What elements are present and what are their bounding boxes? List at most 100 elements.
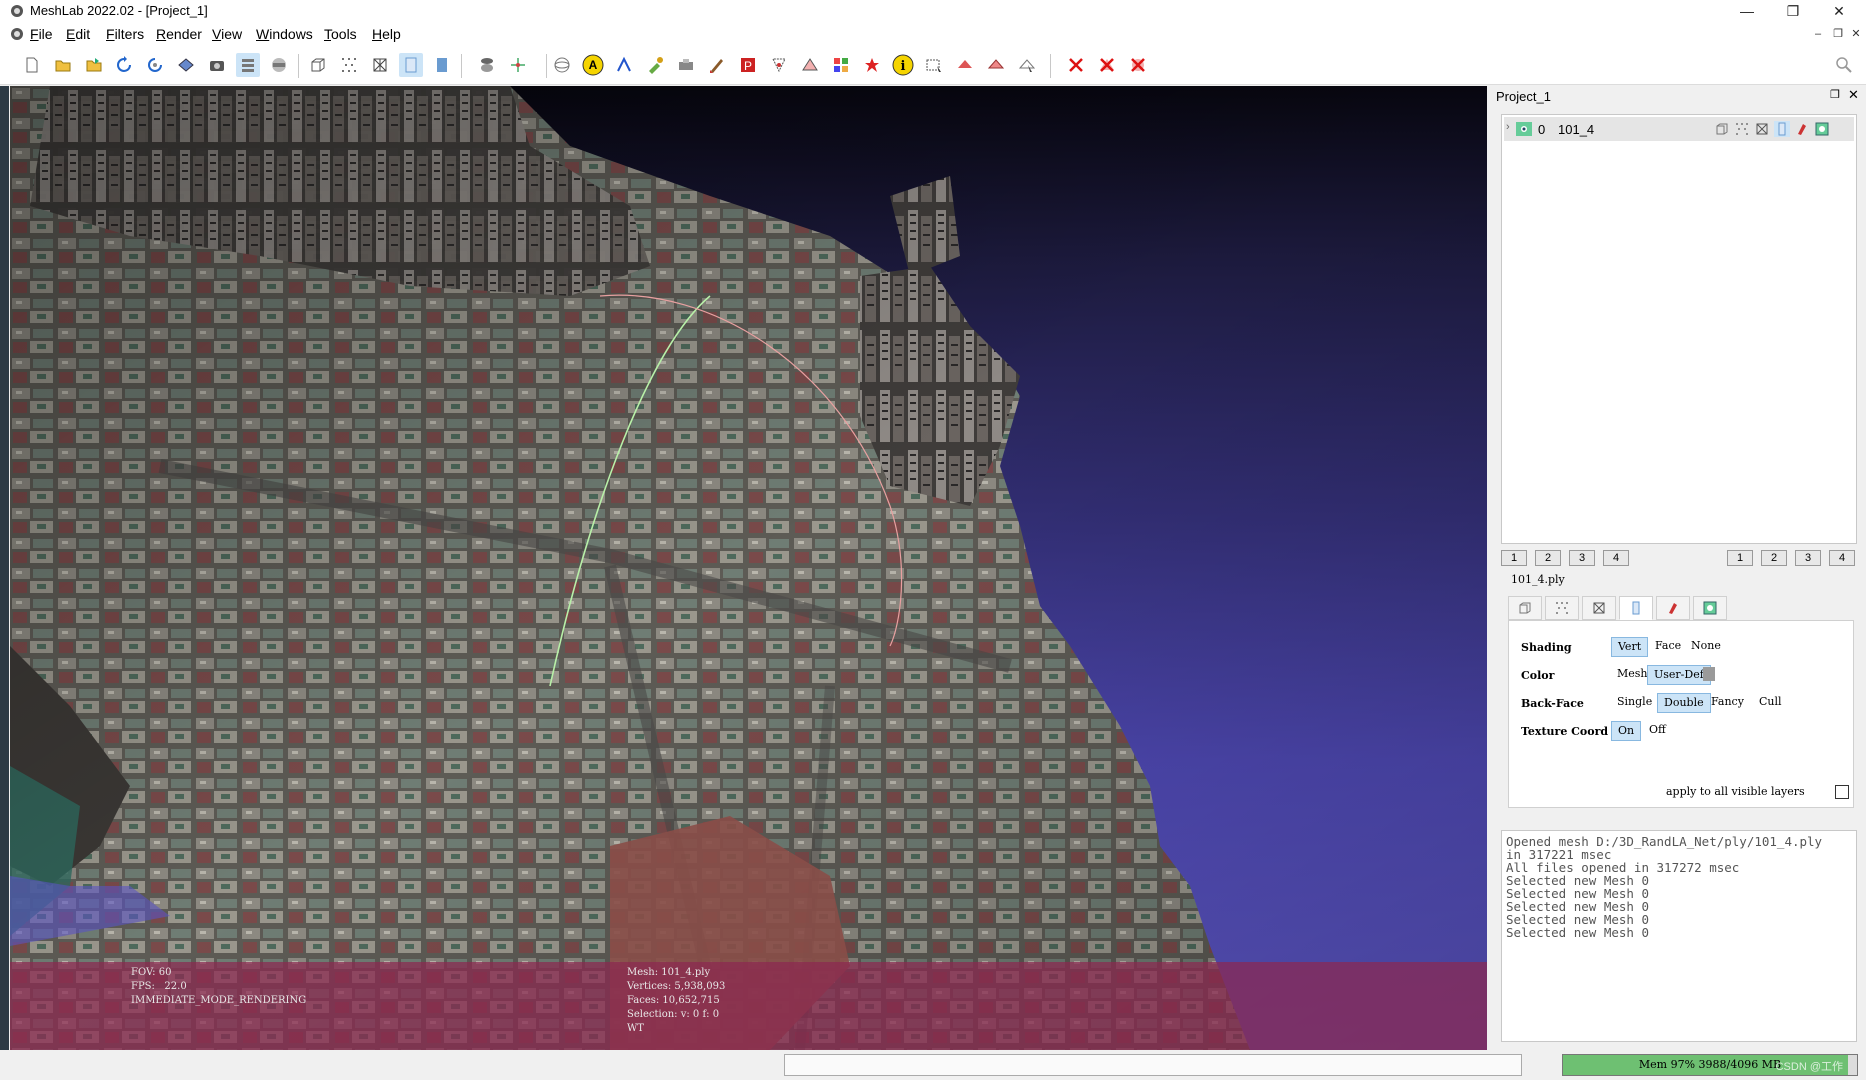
mdi-close-button[interactable]: ✕	[1848, 26, 1864, 42]
color-swatch[interactable]	[1703, 667, 1715, 681]
restore-button[interactable]: ❐	[1770, 0, 1816, 22]
select-region-icon[interactable]	[922, 53, 946, 77]
backface-single-option[interactable]: Single	[1611, 693, 1658, 711]
menu-file[interactable]: File	[30, 26, 53, 42]
layer-slot-button-1[interactable]: 1	[1501, 550, 1527, 566]
layer-slot-button-4[interactable]: 4	[1603, 550, 1629, 566]
toolbar-separator	[546, 54, 547, 78]
menu-tools[interactable]: Tools	[324, 26, 357, 42]
select-vertices-icon[interactable]	[767, 53, 791, 77]
svg-text:A: A	[589, 58, 598, 72]
menu-windows[interactable]: Windows	[256, 26, 313, 42]
3d-viewport[interactable]: FOV: 60 FPS: 22.0 IMMEDIATE_MODE_RENDERI…	[10, 86, 1487, 1050]
info-icon[interactable]: i	[891, 53, 915, 77]
smooth-shading-icon[interactable]	[430, 53, 454, 77]
shading-face-option[interactable]: Face	[1649, 637, 1687, 655]
measure-icon[interactable]	[612, 53, 636, 77]
menu-help[interactable]: Help	[372, 26, 401, 42]
export-mesh-icon[interactable]	[174, 53, 198, 77]
wireframe-toggle-icon[interactable]	[1754, 121, 1770, 137]
tab-decorator-icon[interactable]	[1693, 596, 1727, 620]
trackball-icon[interactable]	[550, 53, 574, 77]
log-window[interactable]: Opened mesh D:/3D_RandLA_Net/ply/101_4.p…	[1501, 830, 1857, 1042]
backface-double-option[interactable]: Double	[1657, 693, 1711, 713]
tab-points-icon[interactable]	[1545, 596, 1579, 620]
reload-all-icon[interactable]	[143, 53, 167, 77]
raster-align-icon[interactable]	[674, 53, 698, 77]
snapshot-icon[interactable]	[205, 53, 229, 77]
close-button[interactable]: ✕	[1816, 0, 1862, 22]
texcoord-on-option[interactable]: On	[1611, 721, 1642, 741]
render-mode-tabs	[1508, 596, 1848, 620]
tab-bbox-icon[interactable]	[1508, 596, 1542, 620]
menu-filters[interactable]: Filters	[106, 26, 144, 42]
points-icon[interactable]	[337, 53, 361, 77]
mdi-restore-button[interactable]: ❐	[1830, 26, 1846, 42]
wireframe-icon[interactable]	[368, 53, 392, 77]
annotation-icon[interactable]: A	[581, 53, 605, 77]
backface-fancy-option[interactable]: Fancy	[1705, 693, 1750, 711]
bbox-toggle-icon[interactable]	[1714, 121, 1730, 137]
new-project-icon[interactable]	[20, 53, 44, 77]
chevron-right-icon[interactable]: ›	[1506, 121, 1510, 133]
color-userdef-option[interactable]: User-Def	[1647, 665, 1711, 685]
layer-index: 0	[1538, 122, 1546, 137]
view-slot-button-1[interactable]: 1	[1727, 550, 1753, 566]
layer-slot-button-3[interactable]: 3	[1569, 550, 1595, 566]
paint-icon[interactable]	[705, 53, 729, 77]
tab-solid-icon[interactable]	[1619, 596, 1653, 620]
texture-toggle-icon[interactable]	[1794, 121, 1810, 137]
float-panel-button[interactable]: ❐	[1830, 88, 1840, 101]
menu-render[interactable]: Render	[156, 26, 202, 42]
close-panel-button[interactable]: ✕	[1848, 87, 1859, 103]
raster-layers-icon[interactable]	[267, 53, 291, 77]
select-connected-icon[interactable]	[829, 53, 853, 77]
delete-vertices-icon[interactable]	[1064, 53, 1088, 77]
layers-icon[interactable]	[236, 53, 260, 77]
view-slot-button-3[interactable]: 3	[1795, 550, 1821, 566]
shading-vert-option[interactable]: Vert	[1611, 637, 1649, 657]
menu-view[interactable]: View	[212, 26, 242, 42]
pick-points-icon[interactable]	[643, 53, 667, 77]
left-dock-strip	[0, 86, 9, 1050]
mdi-minimize-button[interactable]: –	[1810, 26, 1826, 42]
apply-all-layers-checkbox[interactable]	[1835, 785, 1849, 799]
solid-toggle-icon[interactable]	[1774, 121, 1790, 137]
select-faces-icon[interactable]	[798, 53, 822, 77]
layer-slot-button-2[interactable]: 2	[1535, 550, 1561, 566]
visibility-eye-icon[interactable]	[1516, 122, 1532, 136]
menu-edit[interactable]: Edit	[66, 26, 90, 42]
tab-wireframe-icon[interactable]	[1582, 596, 1616, 620]
shading-label: Shading	[1521, 641, 1572, 654]
tab-texture-icon[interactable]	[1656, 596, 1690, 620]
backface-label: Back-Face	[1521, 697, 1584, 710]
georef-icon[interactable]	[860, 53, 884, 77]
layer-row[interactable]: › 0 101_4	[1504, 117, 1854, 141]
view-slot-button-2[interactable]: 2	[1761, 550, 1787, 566]
delete-faces-icon[interactable]	[1095, 53, 1119, 77]
shading-none-option[interactable]: None	[1685, 637, 1727, 655]
svg-text:i: i	[901, 59, 906, 74]
open-mesh-icon[interactable]	[82, 53, 106, 77]
z-painting-icon[interactable]: P	[736, 53, 760, 77]
points-toggle-icon[interactable]	[1734, 121, 1750, 137]
view-slot-button-4[interactable]: 4	[1829, 550, 1855, 566]
select-border-icon[interactable]	[984, 53, 1008, 77]
delete-faces-vertices-icon[interactable]	[1126, 53, 1150, 77]
reload-icon[interactable]	[112, 53, 136, 77]
decorator-toggle-icon[interactable]	[1814, 121, 1830, 137]
search-icon[interactable]	[1832, 53, 1856, 77]
window-title: MeshLab 2022.02 - [Project_1]	[30, 3, 208, 18]
light-icon[interactable]	[475, 53, 499, 77]
backface-cull-option[interactable]: Cull	[1753, 693, 1788, 711]
select-smart-icon[interactable]	[1015, 53, 1039, 77]
bounding-box-icon[interactable]	[306, 53, 330, 77]
flat-shading-icon[interactable]	[399, 53, 423, 77]
minimize-button[interactable]: —	[1724, 0, 1770, 22]
texcoord-off-option[interactable]: Off	[1643, 721, 1672, 739]
select-point-cloud-icon[interactable]	[953, 53, 977, 77]
axis-icon[interactable]	[506, 53, 530, 77]
layer-name[interactable]: 101_4	[1558, 122, 1594, 137]
document-icon	[11, 28, 23, 40]
open-project-icon[interactable]	[51, 53, 75, 77]
